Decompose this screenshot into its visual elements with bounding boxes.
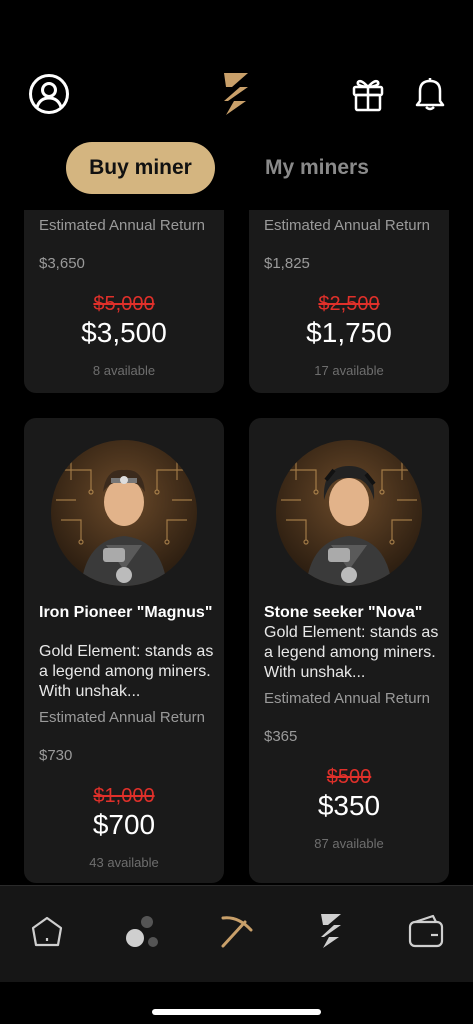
tab-buy-miner[interactable]: Buy miner xyxy=(66,142,215,194)
bell-icon[interactable] xyxy=(413,74,447,112)
availability: 43 available xyxy=(89,855,159,870)
return-value: $365 xyxy=(264,728,298,745)
price: $3,500 xyxy=(81,317,167,348)
old-price: $1,000 xyxy=(93,785,155,807)
price: $350 xyxy=(317,790,381,821)
miner-name: Iron Pioneer "Magnus" xyxy=(39,604,213,621)
return-label: Estimated Annual Return xyxy=(39,709,205,726)
user-circle-icon[interactable] xyxy=(28,73,70,115)
pickaxe-icon[interactable] xyxy=(217,911,257,951)
availability: 17 available xyxy=(314,363,384,378)
availability: 8 available xyxy=(92,363,156,378)
miner-description: Gold Element: stands as a legend among m… xyxy=(264,624,439,681)
return-label: Estimated Annual Return xyxy=(264,217,430,234)
home-indicator xyxy=(152,1009,321,1015)
return-value: $730 xyxy=(39,747,73,764)
tab-my-miners[interactable]: My miners xyxy=(265,142,369,194)
return-label: Estimated Annual Return xyxy=(264,690,430,707)
brand-logo-icon[interactable] xyxy=(217,70,255,118)
miner-card[interactable]: Stone seeker "Nova" Gold Element: stands… xyxy=(249,418,449,883)
miner-avatar xyxy=(276,440,422,586)
bottom-nav xyxy=(0,885,473,982)
old-price: $5,000 xyxy=(93,293,155,315)
home-icon[interactable] xyxy=(27,911,67,951)
community-icon[interactable] xyxy=(122,911,162,951)
miner-avatar xyxy=(51,440,197,586)
tab-bar: Buy miner My miners xyxy=(66,142,369,194)
gift-icon[interactable] xyxy=(350,75,386,113)
return-value: $1,825 xyxy=(264,255,310,272)
old-price: $500 xyxy=(326,766,372,788)
miner-name: Stone seeker "Nova" xyxy=(264,604,423,621)
return-value: $3,650 xyxy=(39,255,85,272)
old-price: $2,500 xyxy=(318,293,380,315)
price: $1,750 xyxy=(306,317,392,348)
header: Buy miner My miners xyxy=(0,0,473,210)
miner-description: Gold Element: stands as a legend among m… xyxy=(39,643,214,700)
availability: 87 available xyxy=(314,836,384,851)
brand-logo-icon[interactable] xyxy=(311,911,351,951)
return-label: Estimated Annual Return xyxy=(39,217,205,234)
wallet-icon[interactable] xyxy=(406,911,446,951)
price: $700 xyxy=(92,809,156,840)
miner-card[interactable]: Iron Pioneer "Magnus" Gold Element: stan… xyxy=(24,418,224,883)
